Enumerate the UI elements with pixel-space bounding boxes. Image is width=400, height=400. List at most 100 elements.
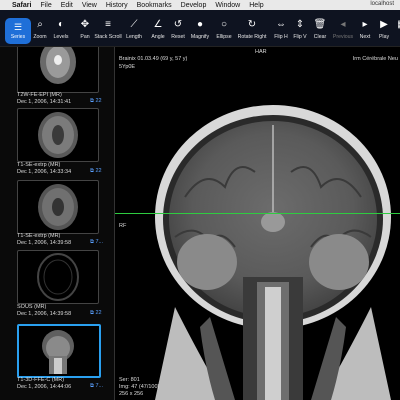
tool-reset-button[interactable]: ↺ Reset (166, 12, 190, 44)
image-number: Img: 47 (47/100) (119, 384, 160, 390)
reference-line (115, 213, 400, 214)
series-sidebar: T2W-FE-EPI (MR) Dec 1, 2006, 14:31:41 ⧉ … (0, 47, 115, 400)
series-label-block: T2W-FE-EPI (MR) Dec 1, 2006, 14:31:41 (17, 92, 71, 106)
tool-label: Pan (80, 34, 90, 40)
tool-label: Zoom (33, 34, 47, 40)
series-label: Series (10, 34, 26, 40)
series-thumbnail[interactable] (17, 180, 99, 234)
magnifier-icon: ⌕ (37, 18, 43, 30)
reset-icon: ↺ (173, 18, 183, 30)
series-label-block: T1-3D-FFE-C (MR) Dec 1, 2006, 14:44:06 (17, 377, 71, 391)
series-count: ⧉ 7... (90, 383, 104, 389)
tool-clear-button[interactable]: 🗑 Clear (308, 12, 332, 44)
viewer-toolbar: ☰ Series ⌕ Zoom ◐ Levels ✥ Pan ≡ Stack Scroll ⟋ L… (0, 10, 400, 47)
series-label-block: T1-SE-extrp (MR) Dec 1, 2006, 14:39:58 (17, 233, 71, 247)
thumbnail-image (37, 253, 79, 301)
series-label-block: T1-SE-extrp (MR) Dec 1, 2006, 14:33:34 (17, 162, 71, 176)
series-name: T1-SE-extrp (MR) (17, 233, 61, 239)
thumbnail-image (40, 47, 76, 84)
tool-ellipse-button[interactable]: ○ Ellipse (212, 12, 236, 44)
rotate-right-icon: ↻ (247, 18, 257, 30)
next-icon: ▸ (362, 18, 368, 30)
menu-bar: Safari File Edit View History Bookmarks … (0, 0, 400, 10)
menu-history[interactable]: History (106, 2, 128, 9)
series-name: T2W-FE-EPI (MR) (17, 92, 62, 98)
menu-help[interactable]: Help (249, 2, 263, 9)
contrast-icon: ◐ (57, 18, 65, 30)
tool-label: Angle (151, 34, 165, 40)
tool-label: Levels (53, 34, 69, 40)
menu-bookmarks[interactable]: Bookmarks (137, 2, 172, 9)
image-viewport[interactable]: HAR Brainix 01.03.49 (69 y, 57 y) 5Yp0E … (115, 47, 400, 400)
series-thumbnail[interactable] (17, 47, 99, 93)
thumbnail-image (38, 112, 78, 158)
series-count-value: 22 (95, 310, 102, 316)
trash-icon: 🗑 (313, 18, 327, 30)
tool-previous-button[interactable]: ◂ Previous (331, 12, 355, 44)
series-thumbnail-active[interactable] (17, 324, 101, 378)
url-field[interactable]: localhost (370, 1, 394, 7)
series-icon: ☰ (13, 22, 23, 32)
series-date: Dec 1, 2006, 14:39:58 (17, 311, 72, 317)
tool-length-button[interactable]: ⟋ Length (122, 12, 146, 44)
tool-stack-scroll-button[interactable]: ≡ Stack Scroll (94, 12, 122, 44)
flip-h-icon: ⇔ (276, 18, 286, 30)
thumbnail-image (42, 330, 74, 374)
institution-name: Irm Cérébrale Neu (352, 56, 398, 62)
orientation-top: HAR (255, 49, 267, 55)
menu-edit[interactable]: Edit (61, 2, 73, 9)
tool-rotate-right-button[interactable]: ↻ Rotate Right (237, 12, 267, 44)
tool-label: Previous (332, 34, 354, 40)
image-dimensions: 256 x 256 (119, 391, 144, 397)
series-count: ⧉ 22 (90, 310, 102, 316)
series-name: T1-3D-FFE-C (MR) (17, 377, 65, 383)
series-count-value: 22 (95, 98, 102, 104)
series-date: Dec 1, 2006, 14:33:34 (17, 169, 72, 175)
orientation-left: RF (119, 223, 127, 229)
series-date: Dec 1, 2006, 14:39:58 (17, 240, 72, 246)
tool-label: Rotate Right (237, 34, 267, 40)
magnify-dot-icon: ● (196, 18, 204, 30)
flip-v-icon: ⇕ (295, 18, 305, 30)
ellipse-icon: ○ (220, 18, 228, 30)
series-date: Dec 1, 2006, 14:44:06 (17, 384, 72, 390)
series-name: T1-SE-extrp (MR) (17, 162, 61, 168)
series-name: SOUS (MR) (17, 304, 47, 310)
tool-label: Magnify (190, 34, 210, 40)
series-count: ⧉ 7... (90, 239, 104, 245)
series-thumbnail[interactable] (17, 108, 99, 162)
mri-image (155, 105, 391, 400)
tool-label: Reset (171, 34, 185, 40)
tool-label: Length (126, 34, 142, 40)
tool-magnify-button[interactable]: ● Magnify (188, 12, 212, 44)
menu-app[interactable]: Safari (12, 2, 31, 9)
series-label-block: SOUS (MR) Dec 1, 2006, 14:39:58 (17, 304, 71, 318)
menu-file[interactable]: File (40, 2, 51, 9)
patient-name: Brainix 01.03.49 (69 y, 57 y) (119, 56, 188, 62)
previous-icon: ◂ (340, 18, 346, 30)
tool-c-button[interactable]: ▦C (390, 12, 400, 44)
cine-icon: ▦ (394, 16, 400, 32)
tool-label: Flip H (274, 34, 288, 40)
patient-id: 5Yp0E (119, 64, 136, 70)
menu-window[interactable]: Window (215, 2, 240, 9)
ruler-icon: ⟋ (130, 18, 138, 30)
tool-label: Stack Scroll (94, 34, 122, 40)
tool-label: Flip V (293, 34, 307, 40)
tool-label: Ellipse (216, 34, 232, 40)
series-count: ⧉ 22 (90, 98, 102, 104)
stack-icon: ≡ (105, 18, 111, 30)
tool-levels-button[interactable]: ◐ Levels (49, 12, 73, 44)
tool-label: Next (359, 34, 371, 40)
menu-view[interactable]: View (82, 2, 97, 9)
menu-develop[interactable]: Develop (181, 2, 207, 9)
series-count-value: 22 (95, 168, 102, 174)
angle-icon: ∠ (153, 18, 163, 30)
series-date: Dec 1, 2006, 14:31:41 (17, 99, 72, 105)
tool-label: Clear (313, 34, 327, 40)
series-thumbnail[interactable] (17, 250, 99, 304)
series-count-value: 7... (95, 383, 104, 389)
move-icon: ✥ (80, 18, 90, 30)
series-count: ⧉ 22 (90, 168, 102, 174)
tool-label: Play (378, 34, 390, 40)
